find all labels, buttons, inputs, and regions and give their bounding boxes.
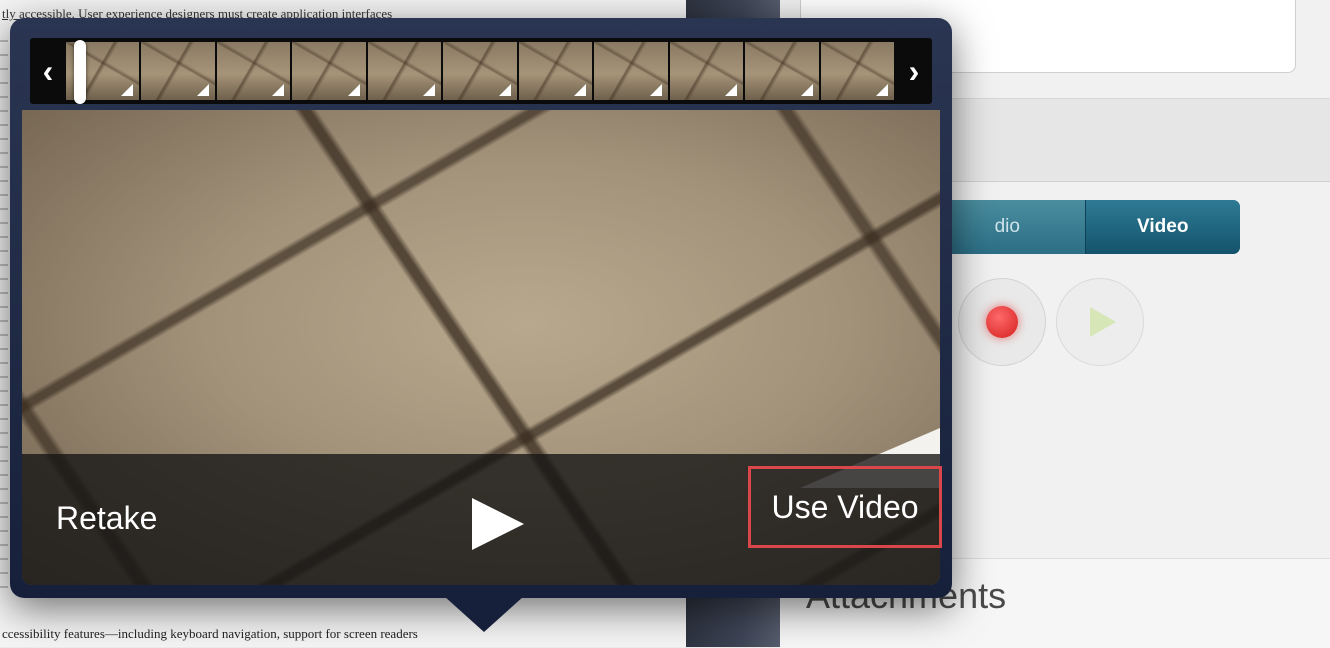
filmstrip-frame xyxy=(518,42,593,100)
frame-marker-icon xyxy=(725,84,738,96)
popover-pointer xyxy=(444,596,524,632)
tab-video[interactable]: Video xyxy=(1085,200,1240,254)
frame-marker-icon xyxy=(121,84,134,96)
video-filmstrip[interactable]: ‹ › xyxy=(30,38,932,104)
play-video-button[interactable] xyxy=(462,492,526,556)
tab-audio[interactable]: dio xyxy=(930,200,1086,254)
frame-marker-icon xyxy=(272,84,285,96)
record-button[interactable] xyxy=(958,278,1046,366)
use-video-button[interactable]: Use Video xyxy=(748,466,942,548)
frame-marker-icon xyxy=(649,84,662,96)
trim-end-chevron-right-icon[interactable]: › xyxy=(896,38,932,104)
filmstrip-frame xyxy=(292,42,366,100)
filmstrip-frame xyxy=(367,42,442,100)
frame-marker-icon xyxy=(196,84,209,96)
frame-marker-icon xyxy=(574,84,587,96)
frame-marker-icon xyxy=(347,84,360,96)
scrubber-handle[interactable] xyxy=(74,40,86,104)
playback-button[interactable] xyxy=(1056,278,1144,366)
filmstrip-frame xyxy=(141,42,215,100)
play-icon xyxy=(1090,307,1116,337)
frame-marker-icon xyxy=(498,84,511,96)
filmstrip-frame xyxy=(443,42,517,100)
record-icon xyxy=(986,306,1018,338)
filmstrip-frame xyxy=(669,42,744,100)
frame-marker-icon xyxy=(875,84,888,96)
filmstrip-frame xyxy=(820,42,894,100)
document-text-lines xyxy=(0,40,8,600)
filmstrip-frames xyxy=(66,42,896,100)
document-text-bottom: ccessibility features—including keyboard… xyxy=(2,626,418,641)
filmstrip-frame xyxy=(745,42,819,100)
media-type-segmented-control: dio Video xyxy=(930,200,1240,254)
video-controls-bar: Retake Use Video xyxy=(22,454,942,585)
filmstrip-frame xyxy=(594,42,668,100)
filmstrip-frame xyxy=(216,42,291,100)
retake-button[interactable]: Retake xyxy=(56,500,157,537)
video-preview-popover: ‹ › Retake Use Video xyxy=(10,18,952,598)
trim-start-chevron-left-icon[interactable]: ‹ xyxy=(30,38,66,104)
frame-marker-icon xyxy=(800,84,813,96)
play-icon xyxy=(472,498,524,550)
frame-marker-icon xyxy=(423,84,436,96)
